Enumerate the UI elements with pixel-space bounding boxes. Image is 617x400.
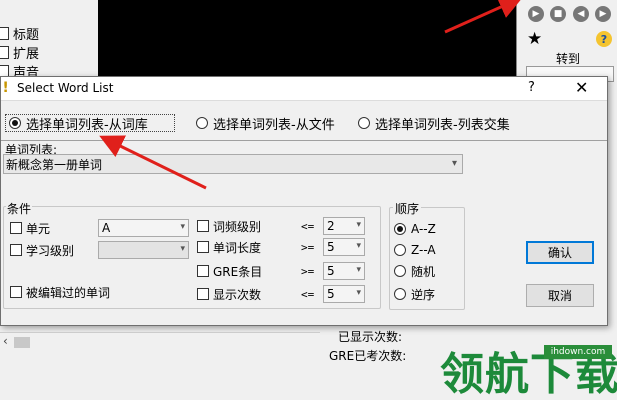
unit-checkbox[interactable]: 单元 bbox=[10, 219, 50, 237]
chevron-down-icon: ▾ bbox=[356, 288, 361, 298]
order-radio-z-a[interactable]: Z--A bbox=[394, 241, 436, 259]
order-radio-random[interactable]: 随机 bbox=[394, 262, 435, 280]
edited-words-checkbox[interactable]: 被编辑过的单词 bbox=[10, 283, 110, 301]
chevron-down-icon: ▾ bbox=[451, 158, 457, 169]
chevron-down-icon: ▾ bbox=[180, 244, 185, 254]
display-count-checkbox[interactable]: 显示次数 bbox=[197, 285, 261, 303]
help-button[interactable]: ? bbox=[528, 80, 535, 95]
radio-indicator bbox=[394, 265, 406, 277]
chevron-down-icon: ▾ bbox=[356, 265, 361, 275]
help-icon[interactable]: ? bbox=[596, 31, 612, 47]
horizontal-scrollbar[interactable]: ‹ bbox=[0, 332, 320, 350]
frequency-level-checkbox[interactable]: 词频级别 bbox=[197, 217, 261, 235]
gre-entry-checkbox[interactable]: GRE条目 bbox=[197, 262, 262, 280]
checkbox-box bbox=[197, 288, 209, 300]
chevron-down-icon: ▾ bbox=[356, 241, 361, 251]
source-radio-intersection[interactable]: 选择单词列表-列表交集 bbox=[358, 114, 510, 133]
source-radio-library[interactable]: 选择单词列表-从词库 bbox=[9, 114, 148, 133]
radio-indicator bbox=[394, 223, 406, 235]
goto-label: 转到 bbox=[556, 52, 581, 66]
gre-count-label: GRE已考次数: bbox=[329, 349, 407, 363]
watermark-url: ihdown.com bbox=[544, 345, 612, 359]
learning-level-checkbox[interactable]: 学习级别 bbox=[10, 241, 74, 259]
close-icon[interactable]: ✕ bbox=[575, 78, 588, 97]
checkbox-box bbox=[197, 220, 209, 232]
checkbox-box bbox=[10, 222, 22, 234]
order-radio-reverse[interactable]: 逆序 bbox=[394, 285, 435, 303]
source-radio-file[interactable]: 选择单词列表-从文件 bbox=[196, 114, 335, 133]
word-length-select[interactable]: 5 ▾ bbox=[323, 238, 365, 256]
shown-count-label: 已显示次数: bbox=[338, 330, 403, 344]
radio-indicator bbox=[9, 117, 21, 129]
stop-icon[interactable]: ■ bbox=[550, 6, 566, 22]
order-radio-a-z[interactable]: A--Z bbox=[394, 220, 436, 238]
word-length-operator: >= bbox=[301, 241, 315, 254]
cancel-button[interactable]: 取消 bbox=[526, 284, 594, 307]
select-word-list-dialog: ǃ Select Word List ? ✕ 选择单词列表-从词库 选择单词列表… bbox=[0, 76, 608, 326]
bg-checkbox-title[interactable]: 标题 bbox=[0, 24, 39, 43]
forward-icon[interactable]: ▶ bbox=[595, 6, 611, 22]
word-list-select[interactable]: 新概念第一册单词 ▾ bbox=[3, 154, 463, 174]
unit-select[interactable]: A ▾ bbox=[98, 219, 189, 237]
word-length-checkbox[interactable]: 单词长度 bbox=[197, 238, 261, 256]
checkbox-box bbox=[197, 241, 209, 253]
checkbox-box bbox=[10, 286, 22, 298]
word-list-value: 新概念第一册单词 bbox=[6, 157, 103, 172]
dialog-titlebar[interactable]: ǃ Select Word List ? ✕ bbox=[1, 77, 607, 101]
chevron-down-icon: ▾ bbox=[356, 220, 361, 230]
learning-level-select[interactable]: ▾ bbox=[98, 241, 189, 259]
background-left-panel: 标题 扩展 声音 bbox=[0, 0, 98, 81]
bg-checkbox-extend[interactable]: 扩展 bbox=[0, 43, 39, 62]
radio-indicator bbox=[394, 244, 406, 256]
video-display-area bbox=[98, 0, 516, 80]
radio-indicator bbox=[394, 288, 406, 300]
divider bbox=[1, 140, 607, 141]
star-icon[interactable]: ★ bbox=[527, 29, 542, 49]
scroll-thumb[interactable] bbox=[14, 337, 30, 348]
checkbox-box bbox=[10, 244, 22, 256]
conditions-title: 条件 bbox=[6, 200, 33, 217]
gre-entry-select[interactable]: 5 ▾ bbox=[323, 262, 365, 280]
radio-indicator bbox=[358, 117, 370, 129]
checkbox-box bbox=[197, 265, 209, 277]
frequency-select[interactable]: 2 ▾ bbox=[323, 217, 365, 235]
play-icon[interactable]: ▶ bbox=[528, 6, 544, 22]
dialog-title: Select Word List bbox=[17, 81, 114, 95]
order-title: 顺序 bbox=[393, 200, 422, 217]
back-icon[interactable]: ◀ bbox=[573, 6, 589, 22]
radio-indicator bbox=[196, 117, 208, 129]
scroll-left-icon[interactable]: ‹ bbox=[3, 334, 8, 348]
app-icon: ǃ bbox=[3, 80, 9, 96]
display-count-operator: <= bbox=[301, 288, 315, 301]
frequency-operator: <= bbox=[301, 220, 315, 233]
gre-entry-operator: >= bbox=[301, 265, 315, 278]
ok-button[interactable]: 确认 bbox=[526, 241, 594, 264]
display-count-select[interactable]: 5 ▾ bbox=[323, 285, 365, 303]
chevron-down-icon: ▾ bbox=[180, 222, 185, 232]
